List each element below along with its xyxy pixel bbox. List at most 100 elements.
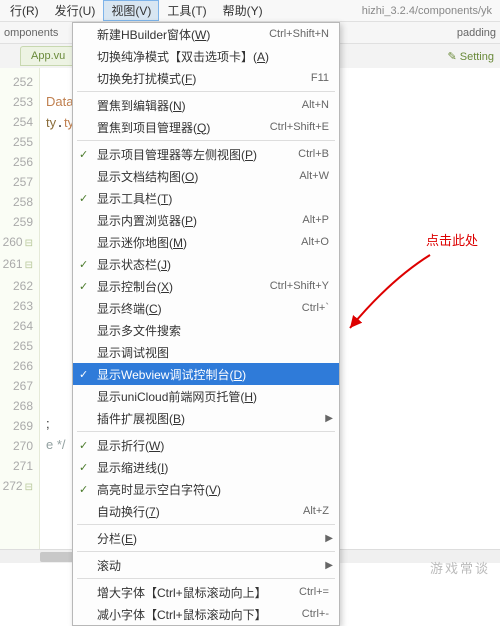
check-icon: ✓: [79, 258, 88, 271]
fold-icon[interactable]: ⊟: [25, 482, 33, 493]
menu-publish[interactable]: 发行(U): [47, 0, 104, 21]
menu-item[interactable]: 置焦到编辑器(N)Alt+N: [73, 94, 339, 116]
menu-item-label: 显示Webview调试控制台(D): [97, 366, 329, 383]
menu-item[interactable]: ✓ 显示状态栏(J): [73, 253, 339, 275]
menu-item[interactable]: 减小字体【Ctrl+鼠标滚动向下】Ctrl+-: [73, 603, 339, 625]
line-number: 254: [0, 112, 33, 132]
menu-shortcut: Ctrl+Shift+Y: [270, 280, 329, 292]
menu-item[interactable]: 增大字体【Ctrl+鼠标滚动向上】Ctrl+=: [73, 581, 339, 603]
check-icon: ✓: [79, 368, 88, 381]
check-icon: ✓: [79, 483, 88, 496]
submenu-arrow-icon: ▶: [325, 413, 333, 424]
line-number: 261⊟: [0, 254, 33, 276]
menu-item[interactable]: ✓ 显示缩进线(I): [73, 456, 339, 478]
line-number: 265: [0, 336, 33, 356]
menu-item[interactable]: 显示文档结构图(O)Alt+W: [73, 165, 339, 187]
fold-icon[interactable]: ⊟: [25, 260, 33, 271]
menu-item[interactable]: ✓ 显示工具栏(T): [73, 187, 339, 209]
menu-item-label: 显示文档结构图(O): [97, 168, 299, 185]
menu-item-label: 滚动: [97, 557, 329, 574]
menu-item[interactable]: ✓ 显示项目管理器等左侧视图(P)Ctrl+B: [73, 143, 339, 165]
menu-item[interactable]: 显示迷你地图(M)Alt+O: [73, 231, 339, 253]
menu-item[interactable]: 显示终端(C)Ctrl+`: [73, 297, 339, 319]
menu-separator: [77, 431, 335, 432]
toolbar-right-text: padding: [457, 27, 496, 39]
menu-item-label: 显示调试视图: [97, 344, 329, 361]
menu-item-label: 自动换行(7): [97, 503, 303, 520]
menu-shortcut: Ctrl+B: [298, 148, 329, 160]
line-number: 258: [0, 192, 33, 212]
check-icon: ✓: [79, 461, 88, 474]
menubar: 行(R) 发行(U) 视图(V) 工具(T) 帮助(Y) hizhi_3.2.4…: [0, 0, 500, 22]
menu-item-label: 切换免打扰模式(F): [97, 70, 311, 87]
menu-shortcut: Ctrl+=: [299, 586, 329, 598]
menu-shortcut: F11: [311, 72, 329, 84]
menu-item[interactable]: 显示uniCloud前端网页托管(H): [73, 385, 339, 407]
menu-separator: [77, 551, 335, 552]
line-number: 266: [0, 356, 33, 376]
menu-item-label: 置焦到项目管理器(Q): [97, 119, 270, 136]
line-number: 264: [0, 316, 33, 336]
menu-item[interactable]: 显示调试视图: [73, 341, 339, 363]
line-number: 268: [0, 396, 33, 416]
menu-item[interactable]: 切换免打扰模式(F)F11: [73, 67, 339, 89]
line-number: 256: [0, 152, 33, 172]
menu-item-label: 显示项目管理器等左侧视图(P): [97, 146, 298, 163]
check-icon: ✓: [79, 148, 88, 161]
menu-item[interactable]: 新建HBuilder窗体(W)Ctrl+Shift+N: [73, 23, 339, 45]
check-icon: ✓: [79, 192, 88, 205]
menu-item-label: 显示uniCloud前端网页托管(H): [97, 388, 329, 405]
check-icon: ✓: [79, 439, 88, 452]
menu-separator: [77, 524, 335, 525]
menu-run[interactable]: 行(R): [2, 0, 47, 21]
menu-item[interactable]: ✓显示折行(W): [73, 434, 339, 456]
menu-item-label: 分栏(E): [97, 530, 329, 547]
menu-item-label: 显示工具栏(T): [97, 190, 329, 207]
menu-help[interactable]: 帮助(Y): [215, 0, 271, 21]
menu-item-label: 显示控制台(X): [97, 278, 270, 295]
menu-separator: [77, 91, 335, 92]
menu-item[interactable]: 分栏(E)▶: [73, 527, 339, 549]
submenu-arrow-icon: ▶: [325, 533, 333, 544]
menu-tools[interactable]: 工具(T): [159, 0, 214, 21]
menu-shortcut: Ctrl+Shift+N: [269, 28, 329, 40]
line-number: 270: [0, 436, 33, 456]
menu-item-label: 显示迷你地图(M): [97, 234, 301, 251]
line-number: 272⊟: [0, 476, 33, 498]
menu-view[interactable]: 视图(V): [103, 0, 159, 21]
menu-item[interactable]: 显示多文件搜索: [73, 319, 339, 341]
menu-item-label: 显示状态栏(J): [97, 256, 329, 273]
menu-item[interactable]: ✓显示控制台(X)Ctrl+Shift+Y: [73, 275, 339, 297]
menu-item-label: 显示多文件搜索: [97, 322, 329, 339]
gutter: 252253254255256257258259260⊟261⊟26226326…: [0, 68, 40, 563]
menu-shortcut: Alt+W: [299, 170, 329, 182]
line-number: 269: [0, 416, 33, 436]
line-number: 271: [0, 456, 33, 476]
menu-item-label: 减小字体【Ctrl+鼠标滚动向下】: [97, 606, 302, 623]
menu-item[interactable]: 置焦到项目管理器(Q)Ctrl+Shift+E: [73, 116, 339, 138]
menu-item-label: 切换纯净模式【双击选项卡】(A): [97, 48, 329, 65]
line-number: 259: [0, 212, 33, 232]
line-number: 253: [0, 92, 33, 112]
line-number: 252: [0, 72, 33, 92]
menu-shortcut: Alt+O: [301, 236, 329, 248]
menu-item[interactable]: ✓ 显示Webview调试控制台(D): [73, 363, 339, 385]
line-number: 255: [0, 132, 33, 152]
line-number: 257: [0, 172, 33, 192]
menu-item[interactable]: 自动换行(7)Alt+Z: [73, 500, 339, 522]
tab-app-vue[interactable]: App.vu: [20, 46, 76, 66]
menu-item[interactable]: 显示内置浏览器(P)Alt+P: [73, 209, 339, 231]
view-menu-dropdown: 新建HBuilder窗体(W)Ctrl+Shift+N 切换纯净模式【双击选项卡】…: [72, 22, 340, 626]
menu-shortcut: Ctrl+Shift+E: [270, 121, 329, 133]
menu-item-label: 新建HBuilder窗体(W): [97, 26, 269, 43]
menu-item-label: 显示缩进线(I): [97, 459, 329, 476]
menu-separator: [77, 578, 335, 579]
menu-item[interactable]: 插件扩展视图(B)▶: [73, 407, 339, 429]
menu-item[interactable]: 切换纯净模式【双击选项卡】(A): [73, 45, 339, 67]
menu-item[interactable]: 滚动▶: [73, 554, 339, 576]
menu-item[interactable]: ✓高亮时显示空白字符(V): [73, 478, 339, 500]
menu-shortcut: Ctrl+-: [302, 608, 329, 620]
settings-link[interactable]: ✎ Setting: [447, 50, 500, 63]
fold-icon[interactable]: ⊟: [25, 238, 33, 249]
menu-separator: [77, 140, 335, 141]
